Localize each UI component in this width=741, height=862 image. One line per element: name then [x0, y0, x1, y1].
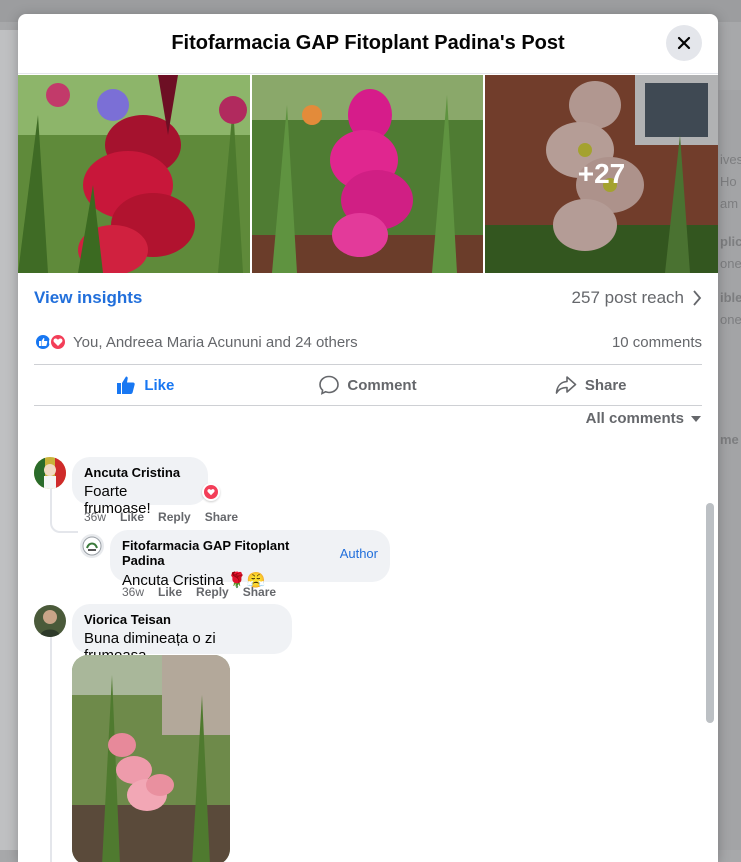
comment-reply-button[interactable]: Reply	[158, 510, 191, 524]
comment-bubble: Ancuta Cristina Foarte frumoase!	[72, 457, 208, 517]
comment-actions: 36w Like Reply Share	[84, 510, 238, 524]
author-badge: Author	[339, 545, 378, 561]
comment-photo[interactable]	[72, 655, 230, 862]
comment-author[interactable]: Viorica Teisan	[84, 612, 280, 627]
comment-like-button[interactable]: Like	[120, 510, 144, 524]
insights-row: View insights 257 post reach	[34, 284, 702, 312]
comment-bubble: Viorica Teisan Buna dimineața o zi frumo…	[72, 604, 292, 664]
post-modal: Fitofarmacia GAP Fitoplant Padina's Post	[18, 14, 718, 862]
background-snippet: ible	[720, 290, 741, 305]
comment-author[interactable]: Ancuta Cristina	[84, 465, 196, 480]
comment-like-button[interactable]: Like	[158, 585, 182, 599]
background-snippet: one	[720, 312, 741, 327]
post-details: View insights 257 post reach You, Andree…	[18, 273, 718, 862]
post-photo-red-gladiolus[interactable]	[18, 75, 250, 273]
comment-share-button[interactable]: Share	[243, 585, 276, 599]
modal-header: Fitofarmacia GAP Fitoplant Padina's Post	[18, 14, 718, 74]
background-left-column	[0, 30, 18, 850]
share-icon	[555, 376, 577, 394]
reactions-summary-button[interactable]: You, Andreea Maria Acununi and 24 others	[34, 333, 358, 351]
post-action-bar: Like Comment Share	[34, 364, 702, 406]
like-button[interactable]: Like	[34, 365, 257, 405]
comment-author-name: Viorica Teisan	[84, 612, 171, 627]
avatar[interactable]	[34, 457, 66, 489]
comment-reply-button[interactable]: Reply	[196, 585, 229, 599]
thread-line	[50, 635, 52, 862]
like-button-label: Like	[144, 376, 175, 394]
post-reach-button[interactable]: 257 post reach	[572, 288, 702, 308]
comment-author-name: Ancuta Cristina	[84, 465, 181, 480]
avatar[interactable]	[80, 534, 104, 558]
post-reach-label: 257 post reach	[571, 288, 684, 307]
reaction-icons	[34, 333, 67, 351]
post-photo-cream-gladiolus[interactable]: +27	[485, 75, 718, 273]
comment-share-button[interactable]: Share	[205, 510, 238, 524]
caret-down-icon	[691, 415, 701, 422]
comment-author[interactable]: Fitofarmacia GAP Fitoplant Padina Author	[122, 538, 378, 568]
photo-grid: +27	[18, 75, 718, 273]
modal-title: Fitofarmacia GAP Fitoplant Padina's Post	[171, 32, 565, 54]
reply-bubble: Fitofarmacia GAP Fitoplant Padina Author…	[110, 530, 390, 589]
comment-icon	[319, 375, 340, 395]
thread-connector	[50, 513, 78, 533]
view-insights-link[interactable]: View insights	[34, 288, 142, 308]
background-right-column: ives Ho am plic one ible one me	[718, 90, 741, 850]
background-snippet: me	[720, 432, 739, 447]
comment-timestamp[interactable]: 36w	[84, 510, 106, 524]
background-snippet: one	[720, 256, 741, 271]
comment-author-name: Fitofarmacia GAP Fitoplant Padina	[122, 538, 290, 568]
chevron-right-icon	[693, 290, 702, 306]
background-snippet: Ho	[720, 174, 737, 189]
comment-sort-dropdown[interactable]: All comments	[586, 410, 702, 427]
close-button[interactable]	[666, 25, 702, 61]
avatar[interactable]	[34, 605, 66, 637]
share-button[interactable]: Share	[479, 365, 702, 405]
comment-button[interactable]: Comment	[257, 365, 480, 405]
thumbs-up-icon	[117, 376, 136, 394]
comment-button-label: Comment	[347, 376, 417, 394]
share-button-label: Share	[584, 376, 627, 394]
background-snippet: ives	[720, 152, 741, 167]
comment-timestamp[interactable]: 36w	[122, 585, 144, 599]
comments-count-link[interactable]: 10 comments	[612, 334, 702, 351]
close-icon	[677, 36, 691, 50]
love-reaction-icon	[49, 333, 67, 351]
scrollbar[interactable]	[706, 503, 714, 723]
reactions-row: You, Andreea Maria Acununi and 24 others…	[34, 329, 702, 355]
background-snippet: plic	[720, 234, 741, 249]
comment-sort-label: All comments	[585, 410, 684, 427]
comment-actions: 36w Like Reply Share	[122, 585, 276, 599]
love-reaction-icon[interactable]	[202, 483, 220, 501]
more-photos-overlay[interactable]: +27	[485, 75, 718, 273]
post-photo-pink-gladiolus[interactable]	[252, 75, 483, 273]
background-snippet: am	[720, 196, 739, 211]
reactions-summary-text: You, Andreea Maria Acununi and 24 others	[73, 333, 358, 351]
